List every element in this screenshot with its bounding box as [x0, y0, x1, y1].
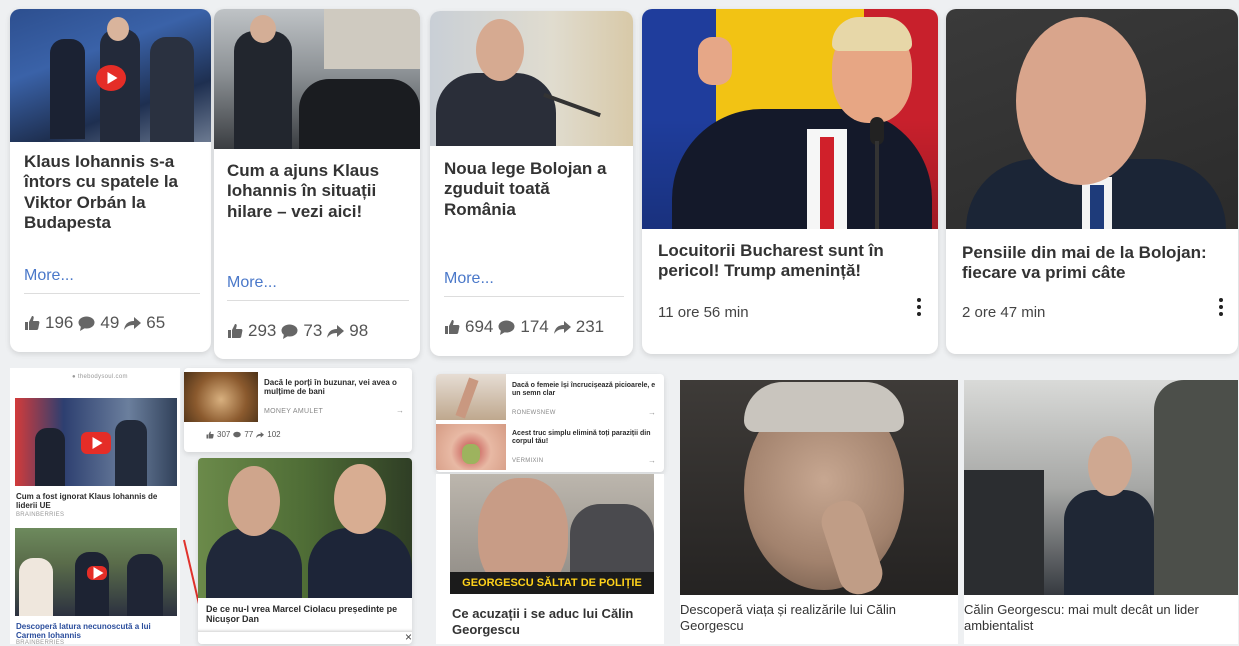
banner-text: GEORGESCU SĂLTAT DE POLIȚIE: [462, 577, 642, 589]
shares-count: 102: [267, 430, 281, 439]
likes-count: 307: [217, 430, 231, 439]
more-options-icon[interactable]: [916, 298, 922, 316]
reactions-bar: 196 49 65: [24, 313, 165, 333]
ad-brand: VERMIXIN: [512, 458, 544, 464]
article-photo[interactable]: [964, 380, 1238, 595]
ad-card[interactable]: Dacă o femeie își încrucișează picioarel…: [436, 374, 664, 472]
shares-count: 65: [146, 313, 166, 332]
reactions-bar: 293 73 98: [227, 321, 368, 341]
article-photo[interactable]: [214, 9, 420, 149]
more-link[interactable]: More...: [24, 267, 74, 285]
article-card[interactable]: Pensiile din mai de la Bolojan: fiecare …: [946, 9, 1238, 354]
ad-title[interactable]: Cum a fost ignorat Klaus Iohannis de lid…: [16, 492, 176, 510]
comment-icon[interactable]: [233, 431, 242, 439]
play-icon[interactable]: [87, 566, 107, 580]
shares-count: 231: [575, 317, 605, 336]
ad-photo[interactable]: [198, 458, 412, 598]
ad-title[interactable]: De ce nu-l vrea Marcel Ciolacu președint…: [206, 604, 406, 625]
ad-title[interactable]: Dacă o femeie își încrucișează picioarel…: [512, 382, 658, 398]
article-title[interactable]: Călin Georgescu: mai mult decât un lider…: [964, 602, 1234, 633]
likes-count: 196: [45, 313, 74, 332]
arrow-right-icon[interactable]: →: [648, 408, 656, 417]
comments-count: 73: [303, 321, 323, 340]
divider: [444, 296, 624, 297]
article-card[interactable]: Descoperă viața și realizările lui Călin…: [680, 380, 958, 644]
comments-count: 174: [520, 317, 549, 336]
ad-card[interactable]: De ce nu-l vrea Marcel Ciolacu președint…: [198, 458, 412, 644]
thumbs-up-icon[interactable]: [444, 319, 460, 335]
ad-photo[interactable]: [436, 424, 506, 470]
ad-column: ● thebodysoul.com Cum a fost ignorat Kla…: [10, 368, 180, 646]
thumbs-up-icon[interactable]: [24, 315, 40, 331]
divider: [227, 300, 409, 301]
thumbs-up-icon[interactable]: [206, 431, 214, 439]
ad-brand: BRAINBERRIES: [16, 640, 65, 646]
ad-title[interactable]: Acest truc simplu elimină toți paraziții…: [512, 430, 658, 446]
article-title[interactable]: Pensiile din mai de la Bolojan: fiecare …: [962, 243, 1232, 284]
ad-photo[interactable]: [184, 372, 258, 422]
article-title[interactable]: Noua lege Bolojan a zguduit toată Români…: [444, 159, 624, 220]
article-photo[interactable]: [10, 9, 211, 142]
article-card[interactable]: Noua lege Bolojan a zguduit toată Români…: [430, 11, 633, 356]
play-icon[interactable]: [81, 432, 111, 454]
article-photo[interactable]: [680, 380, 958, 595]
article-card[interactable]: Klaus Iohannis s-a întors cu spatele la …: [10, 9, 211, 352]
ad-photo[interactable]: [436, 374, 506, 420]
arrow-right-icon[interactable]: →: [396, 406, 404, 415]
ad-photo[interactable]: [15, 398, 177, 486]
likes-count: 293: [248, 321, 277, 340]
bottom-sticky-bar: ×: [198, 630, 412, 644]
more-link[interactable]: More...: [227, 274, 277, 292]
article-photo[interactable]: [430, 11, 633, 146]
ad-source[interactable]: ● thebodysoul.com: [72, 374, 128, 380]
share-icon[interactable]: [553, 320, 571, 335]
article-title[interactable]: Ce acuzații i se aduc lui Călin Georgesc…: [452, 606, 652, 637]
likes-count: 694: [465, 317, 494, 336]
more-link[interactable]: More...: [444, 270, 494, 288]
comment-icon[interactable]: [78, 316, 95, 331]
share-icon[interactable]: [124, 316, 142, 331]
article-title[interactable]: Descoperă viața și realizările lui Călin…: [680, 602, 950, 633]
ad-photo[interactable]: GEORGESCU SĂLTAT DE POLIȚIE: [450, 474, 654, 594]
more-options-icon[interactable]: [1218, 298, 1224, 316]
arrow-right-icon[interactable]: →: [648, 456, 656, 465]
ad-photo[interactable]: [15, 528, 177, 616]
comments-count: 49: [100, 313, 120, 332]
share-icon[interactable]: [256, 431, 265, 439]
reactions-bar: 694 174 231: [444, 317, 604, 337]
ad-brand: RONEWSNEW: [512, 410, 556, 416]
ad-brand: BRAINBERRIES: [16, 512, 65, 518]
reactions-bar: 307 77 102: [206, 430, 281, 439]
share-icon[interactable]: [327, 324, 345, 339]
article-photo[interactable]: [642, 9, 938, 229]
article-card[interactable]: Călin Georgescu: mai mult decât un lider…: [964, 380, 1238, 644]
thumbs-up-icon[interactable]: [227, 323, 243, 339]
breaking-banner: GEORGESCU SĂLTAT DE POLIȚIE: [450, 572, 654, 594]
article-title[interactable]: Klaus Iohannis s-a întors cu spatele la …: [24, 152, 204, 234]
ad-brand: MONEY AMULET: [264, 408, 324, 415]
publish-time: 11 ore 56 min: [658, 304, 749, 321]
ad-title[interactable]: Dacă le porți în buzunar, vei avea o mul…: [264, 378, 406, 396]
comments-count: 77: [244, 430, 254, 439]
article-photo[interactable]: [946, 9, 1238, 229]
close-icon[interactable]: ×: [405, 630, 412, 644]
publish-time: 2 ore 47 min: [962, 304, 1046, 321]
shares-count: 98: [349, 321, 369, 340]
comment-icon[interactable]: [498, 320, 515, 335]
play-icon[interactable]: [96, 65, 126, 91]
article-card[interactable]: Cum a ajuns Klaus Iohannis în situații h…: [214, 9, 420, 359]
ad-card[interactable]: Dacă le porți în buzunar, vei avea o mul…: [184, 368, 412, 452]
article-card[interactable]: Locuitorii Bucharest sunt în pericol! Tr…: [642, 9, 938, 354]
article-title[interactable]: Cum a ajuns Klaus Iohannis în situații h…: [227, 161, 413, 222]
ad-title[interactable]: Descoperă latura necunoscută a lui Carme…: [16, 622, 166, 640]
divider: [24, 293, 200, 294]
comment-icon[interactable]: [281, 324, 298, 339]
article-title[interactable]: Locuitorii Bucharest sunt în pericol! Tr…: [658, 241, 928, 282]
ad-video-card[interactable]: GEORGESCU SĂLTAT DE POLIȚIE Ce acuzații …: [436, 474, 664, 644]
